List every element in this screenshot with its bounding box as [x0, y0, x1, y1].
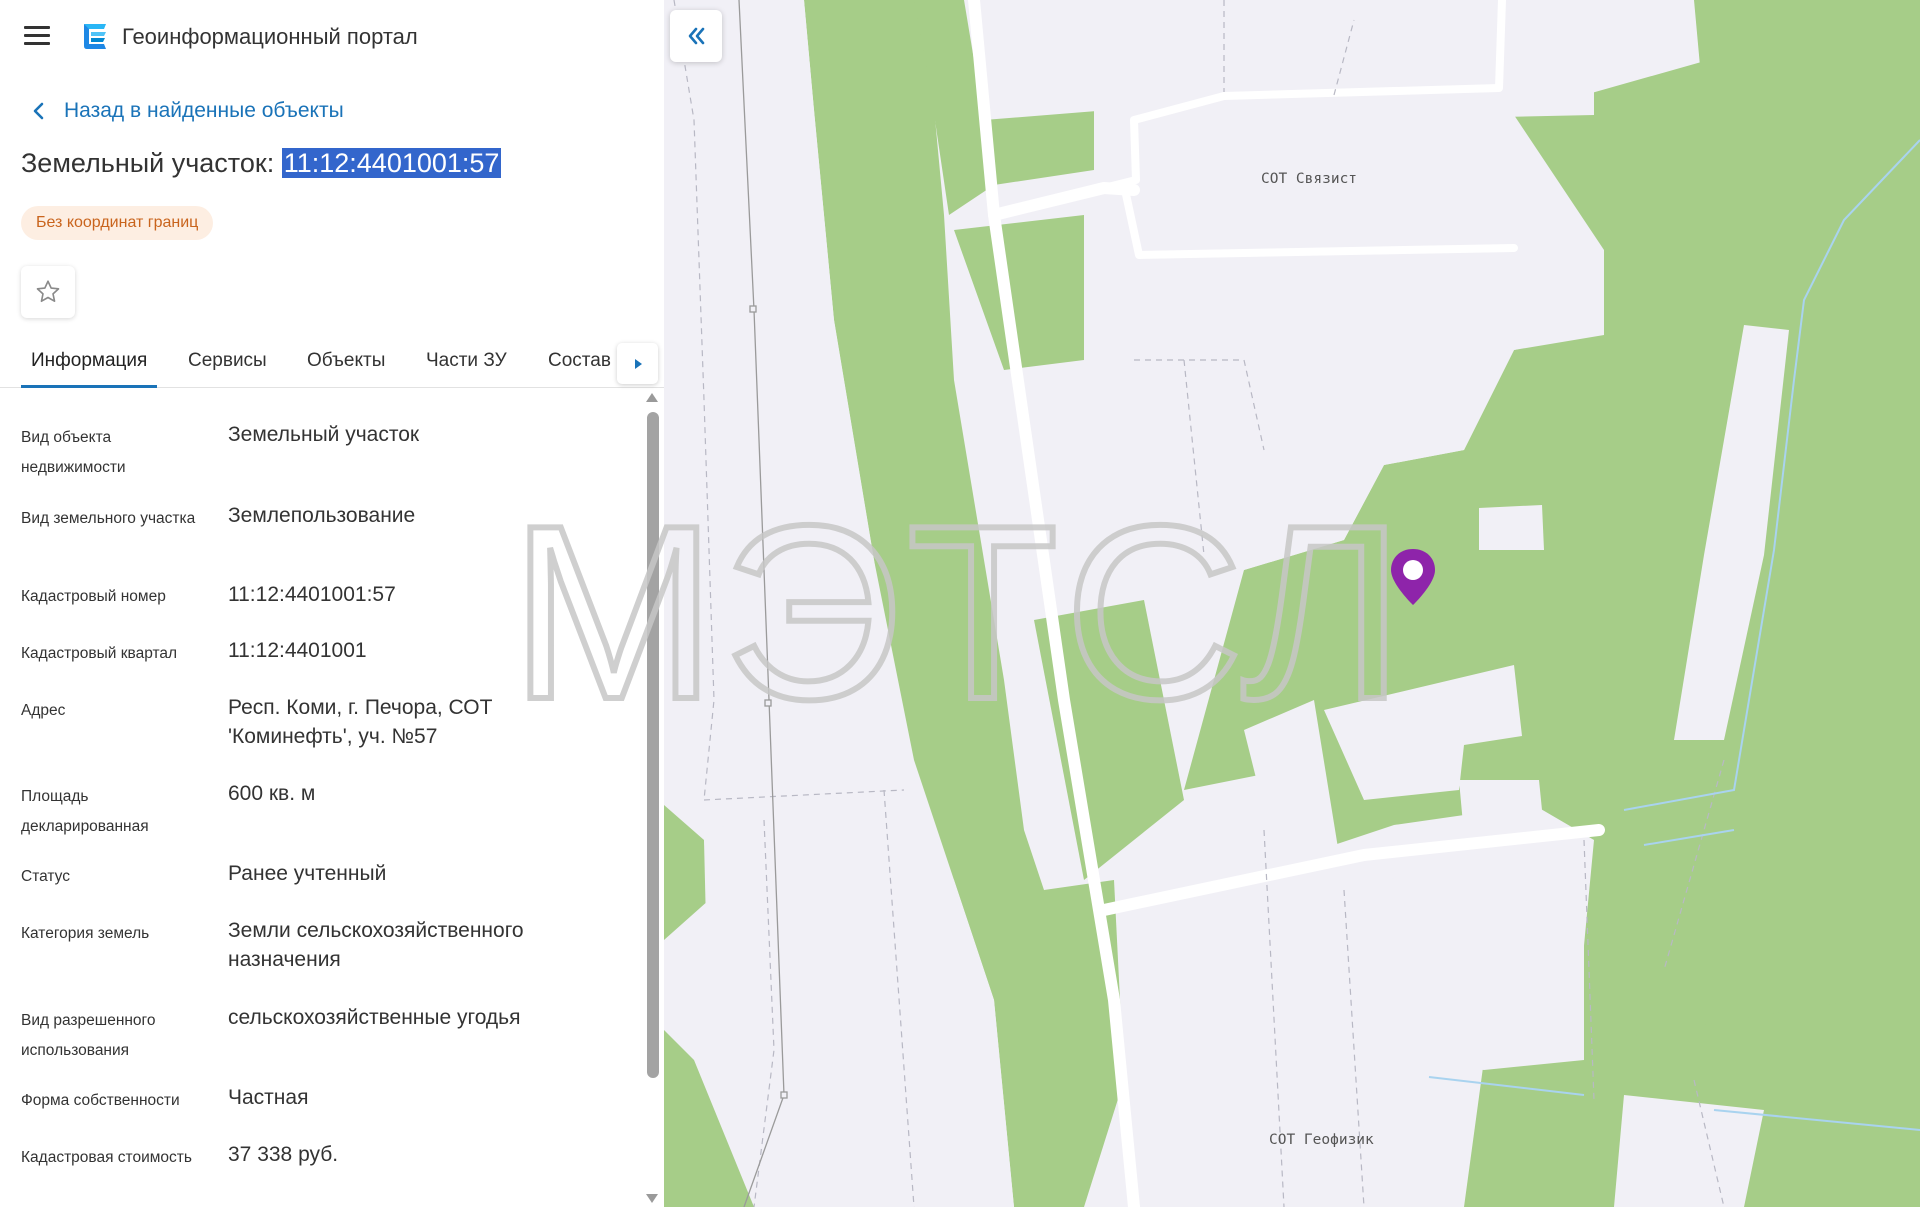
tab-services[interactable]: Сервисы	[188, 350, 267, 388]
property-label: Кадастровая стоимость	[21, 1149, 192, 1166]
back-link-label: Назад в найденные объекты	[64, 99, 344, 122]
hamburger-line	[24, 42, 50, 45]
property-label: Кадастровый квартал	[21, 645, 178, 662]
tab-parts[interactable]: Части ЗУ	[426, 350, 507, 388]
map-pin-icon[interactable]	[1388, 547, 1438, 609]
property-label: Адрес	[21, 702, 66, 719]
back-to-results-link[interactable]: Назад в найденные объекты	[28, 96, 344, 126]
info-panel: Геоинформационный портал Назад в найденн…	[0, 0, 664, 1207]
menu-button[interactable]	[24, 26, 50, 46]
property-value: 37 338 руб.	[228, 1143, 339, 1166]
hamburger-line	[24, 34, 50, 37]
tabs-scroll-right-button[interactable]	[617, 343, 658, 384]
property-value: Частная	[228, 1086, 309, 1109]
status-badge: Без координат границ	[21, 206, 214, 240]
property-value: 11:12:4401001:57	[228, 583, 396, 606]
favorite-button[interactable]	[21, 266, 75, 318]
property-value: Землепользование	[228, 504, 416, 527]
property-value: Респ. Коми, г. Печора, СОТ 'Коминефть', …	[228, 696, 493, 748]
scrollbar-down-arrow[interactable]	[646, 1194, 658, 1203]
collapse-panel-button[interactable]	[670, 10, 722, 62]
property-value: 11:12:4401001	[228, 639, 367, 662]
properties-list: Вид объекта недвижимости Земельный участ…	[0, 392, 640, 1207]
triangle-right-icon	[634, 358, 642, 369]
property-value: Земли сельскохозяйственного назначения	[228, 919, 524, 971]
property-label: Площадь декларированная	[21, 788, 149, 835]
map-label-geofizik: СОТ Геофизик	[1269, 1132, 1374, 1148]
property-value: сельскохозяйственные угодья	[228, 1006, 521, 1029]
app-title: Геоинформационный портал	[122, 24, 418, 49]
object-title: Земельный участок: 11:12:4401001:57	[21, 148, 502, 179]
property-value: Ранее учтенный	[228, 862, 387, 885]
property-label: Категория земель	[21, 925, 150, 942]
property-label: Вид земельного участка	[21, 510, 196, 527]
map-view[interactable]: СОТ Связист СОТ Геофизик	[664, 0, 1920, 1207]
tab-bar: Информация Сервисы Объекты Части ЗУ Сост…	[0, 340, 664, 388]
property-label: Кадастровый номер	[21, 588, 166, 605]
scrollbar-up-arrow[interactable]	[646, 393, 658, 402]
property-label: Вид объекта недвижимости	[21, 429, 126, 476]
star-outline-icon	[36, 280, 60, 303]
double-chevron-left-icon	[688, 27, 705, 45]
scrollbar-thumb[interactable]	[647, 412, 659, 1078]
object-title-prefix: Земельный участок:	[21, 148, 282, 178]
object-cadastral-number[interactable]: 11:12:4401001:57	[281, 148, 502, 178]
map-label-svyazist: СОТ Связист	[1261, 171, 1358, 187]
top-bar: Геоинформационный портал	[0, 0, 664, 72]
property-label: Форма собственности	[21, 1092, 180, 1109]
property-label: Вид разрешенного использования	[21, 1012, 156, 1059]
tab-composition[interactable]: Состав	[548, 350, 611, 388]
property-value: Земельный участок	[228, 423, 420, 446]
chevron-left-icon	[33, 102, 44, 120]
property-label: Статус	[21, 868, 70, 885]
property-value: 600 кв. м	[228, 782, 316, 805]
tab-objects[interactable]: Объекты	[307, 350, 385, 388]
portal-logo-icon	[84, 24, 106, 49]
tab-information[interactable]: Информация	[20, 350, 158, 388]
hamburger-line	[24, 26, 50, 29]
